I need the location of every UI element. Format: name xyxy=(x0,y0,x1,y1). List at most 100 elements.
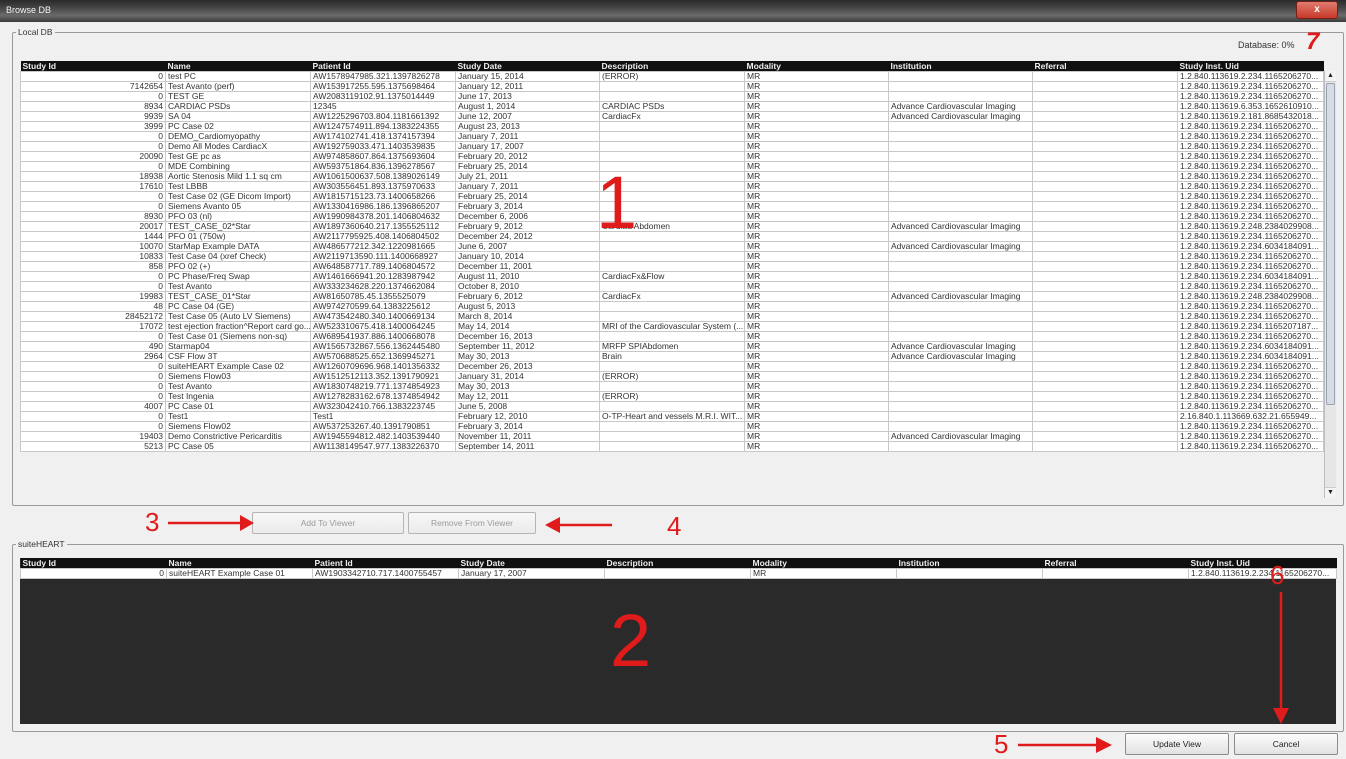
table-row[interactable]: 7142654 Test Avanto (perf) AW153917255.595… xyxy=(20,81,1324,92)
table-row[interactable]: 8934 CARDIAC PSDs 12345 August 1, 2014 CARDI… xyxy=(20,101,1324,112)
arrow-5-head xyxy=(1096,737,1112,753)
table-cell: 1.2.840.113619.2.234.1165206270... xyxy=(1177,281,1324,292)
table-row[interactable]: 17610 Test LBBB AW303556451.893.1375970633… xyxy=(20,181,1324,192)
column-header[interactable]: Institution xyxy=(896,558,1043,569)
table-row[interactable]: 0 Test Avanto AW333234628.220.1374662084 Oc… xyxy=(20,281,1324,292)
table-row[interactable]: 0 Test1 Test1 February 12, 2010 O-TP-Heart a… xyxy=(20,411,1324,422)
scroll-up-icon[interactable]: ▲ xyxy=(1325,71,1336,82)
table-row[interactable]: 490 Starmap04 AW1565732867.556.1362445480 S… xyxy=(20,341,1324,352)
suiteheart-table[interactable]: Study Id Name Patient Id Study Date Descript… xyxy=(20,558,1337,579)
table-row[interactable]: 0 TEST GE AW2083119102.91.1375014449 June 1… xyxy=(20,91,1324,102)
table-row[interactable]: 19983 TEST_CASE_01*Star AW81650785.45.1355… xyxy=(20,291,1324,302)
table-row[interactable]: 2964 CSF Flow 3T AW570688525.652.136994527… xyxy=(20,351,1324,362)
column-header[interactable]: Study Date xyxy=(458,558,605,569)
table-cell: MR xyxy=(744,221,889,232)
table-row[interactable]: 0 Test Avanto AW1830748219.771.1374854923 M… xyxy=(20,381,1324,392)
table-row[interactable]: 28452172 Test Case 05 (Auto LV Siemens) AW… xyxy=(20,311,1324,322)
table-cell xyxy=(888,441,1033,452)
table-row[interactable]: 858 PFO 02 (+) AW648587717.789.1406804572 D… xyxy=(20,261,1324,272)
table-row[interactable]: 1444 PFO 01 (750w) AW2117795925.408.140680… xyxy=(20,231,1324,242)
local-db-scrollbar[interactable]: ▲ ▼ xyxy=(1324,71,1336,498)
table-row[interactable]: 0 suiteHEART Example Case 01 AW1903342710.… xyxy=(20,568,1337,579)
table-cell xyxy=(599,281,745,292)
column-header[interactable]: Description xyxy=(599,61,745,72)
table-row[interactable]: 0 test PC AW1578947985.321.1397826278 Janua… xyxy=(20,71,1324,82)
table-cell: 490 xyxy=(20,341,166,352)
column-header[interactable]: Patient Id xyxy=(312,558,459,569)
table-cell xyxy=(599,311,745,322)
column-header[interactable]: Institution xyxy=(888,61,1033,72)
column-header[interactable]: Study Date xyxy=(455,61,600,72)
table-row[interactable]: 48 PC Case 04 (GE) AW974270599.64.13832256… xyxy=(20,301,1324,312)
table-row[interactable]: 0 suiteHEART Example Case 02 AW1260709696.… xyxy=(20,361,1324,372)
remove-from-viewer-button[interactable]: Remove From Viewer xyxy=(408,512,536,534)
table-cell xyxy=(599,81,745,92)
column-header[interactable]: Referral xyxy=(1032,61,1178,72)
table-cell: 12345 xyxy=(310,101,456,112)
table-row[interactable]: 0 PC Phase/Freq Swap AW1461666941.20.12839… xyxy=(20,271,1324,282)
column-header[interactable]: Patient Id xyxy=(310,61,456,72)
column-header[interactable]: Modality xyxy=(750,558,897,569)
table-cell: March 8, 2014 xyxy=(455,311,600,322)
column-header[interactable]: Study Inst. Uid xyxy=(1188,558,1337,569)
table-row[interactable]: 0 Test Case 02 (GE Dicom Import) AW1815715… xyxy=(20,191,1324,202)
table-row[interactable]: 5213 PC Case 05 AW1138149547.977.138322637… xyxy=(20,441,1324,452)
table-row[interactable]: 19403 Demo Constrictive Pericarditis AW194… xyxy=(20,431,1324,442)
column-header[interactable]: Study Inst. Uid xyxy=(1177,61,1324,72)
table-cell xyxy=(888,131,1033,142)
table-cell: MR xyxy=(744,201,889,212)
table-cell: 17072 xyxy=(20,321,166,332)
table-row[interactable]: 18938 Aortic Stenosis Mild 1.1 sq cm AW106… xyxy=(20,171,1324,182)
table-row[interactable]: 0 Demo All Modes CardiacX AW192759033.471.… xyxy=(20,141,1324,152)
table-row[interactable]: 0 Test Ingenia AW1278283162.678.1374854942… xyxy=(20,391,1324,402)
table-cell: February 12, 2010 xyxy=(455,411,600,422)
update-view-button[interactable]: Update View xyxy=(1125,733,1229,755)
table-row[interactable]: 20090 Test GE pc as AW974858607.864.137569… xyxy=(20,151,1324,162)
table-row[interactable]: 0 Test Case 01 (Siemens non-sq) AW68954193… xyxy=(20,331,1324,342)
table-cell: Demo All Modes CardiacX xyxy=(165,141,311,152)
table-cell: PC Case 02 xyxy=(165,121,311,132)
table-cell xyxy=(1032,431,1178,442)
table-cell: MR xyxy=(744,271,889,282)
table-row[interactable]: 3999 PC Case 02 AW1247574911.894.138322435… xyxy=(20,121,1324,132)
cancel-button[interactable]: Cancel xyxy=(1234,733,1338,755)
local-db-label: Local DB xyxy=(16,27,55,37)
table-cell: 1.2.840.113619.2.234.6034184091... xyxy=(1177,351,1324,362)
column-header[interactable]: Modality xyxy=(744,61,889,72)
close-button[interactable]: x xyxy=(1296,1,1338,19)
scroll-down-icon[interactable]: ▼ xyxy=(1325,487,1336,498)
table-cell: January 10, 2014 xyxy=(455,251,600,262)
add-to-viewer-button[interactable]: Add To Viewer xyxy=(252,512,404,534)
table-cell xyxy=(599,251,745,262)
table-row[interactable]: 0 Siemens Avanto 05 AW1330416986.186.13968… xyxy=(20,201,1324,212)
table-row[interactable]: 0 Siemens Flow02 AW537253267.40.1391790851… xyxy=(20,421,1324,432)
table-cell: MRFP SPIAbdomen xyxy=(599,341,745,352)
table-row[interactable]: 4007 PC Case 01 AW323042410.766.1383223745… xyxy=(20,401,1324,412)
table-row[interactable]: 0 DEMO_Cardiomyopathy AW174102741.418.1374… xyxy=(20,131,1324,142)
table-cell: December 6, 2006 xyxy=(455,211,600,222)
column-header[interactable]: Name xyxy=(165,61,311,72)
table-cell: MR xyxy=(744,181,889,192)
column-header[interactable]: Referral xyxy=(1042,558,1189,569)
table-cell: Starmap04 xyxy=(165,341,311,352)
table-cell: MR xyxy=(744,121,889,132)
column-header[interactable]: Study Id xyxy=(20,61,166,72)
table-cell: May 30, 2013 xyxy=(455,381,600,392)
table-row[interactable]: 9939 SA 04 AW1225296703.804.1181661392 June… xyxy=(20,111,1324,122)
local-db-table[interactable]: Study Id Name Patient Id Study Date Descript… xyxy=(20,61,1324,452)
table-row[interactable]: 8930 PFO 03 (nl) AW1990984378.201.14068046… xyxy=(20,211,1324,222)
table-row[interactable]: 10833 Test Case 04 (xref Check) AW21197135… xyxy=(20,251,1324,262)
table-cell: AW1461666941.20.1283987942 xyxy=(310,271,456,282)
scroll-thumb[interactable] xyxy=(1326,83,1335,405)
table-cell xyxy=(888,91,1033,102)
column-header[interactable]: Name xyxy=(166,558,313,569)
column-header[interactable]: Study Id xyxy=(20,558,167,569)
table-row[interactable]: 10070 StarMap Example DATA AW486577212.342… xyxy=(20,241,1324,252)
table-cell: AW593751864.836.1396278567 xyxy=(310,161,456,172)
table-row[interactable]: 0 Siemens Flow03 AW1512512113.352.13917909… xyxy=(20,371,1324,382)
table-row[interactable]: 17072 test ejection fraction^Report card … xyxy=(20,321,1324,332)
table-cell xyxy=(888,411,1033,422)
table-row[interactable]: 0 MDE Combining AW593751864.836.1396278567… xyxy=(20,161,1324,172)
table-row[interactable]: 20017 TEST_CASE_02*Star AW1897360640.217.1… xyxy=(20,221,1324,232)
column-header[interactable]: Description xyxy=(604,558,751,569)
